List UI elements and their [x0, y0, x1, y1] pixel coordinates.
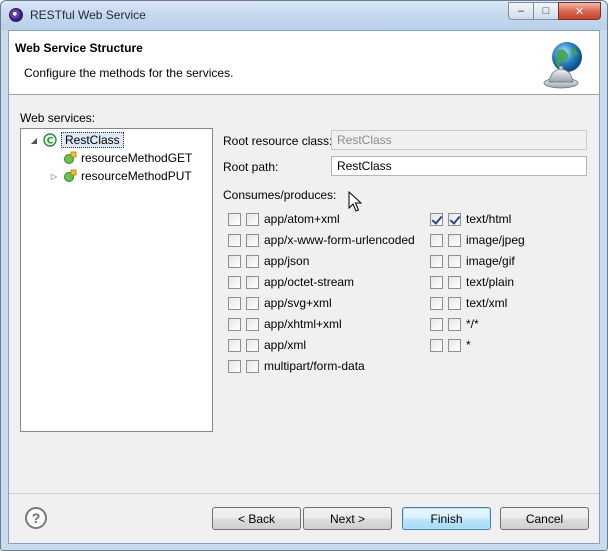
consumes-checkbox[interactable] [228, 296, 241, 310]
consumes-checkbox[interactable] [228, 275, 241, 289]
media-type-label: multipart/form-data [264, 359, 365, 373]
wizard-banner: Web Service Structure Configure the meth… [9, 31, 599, 95]
media-type-row: text/html [430, 211, 511, 227]
dialog-window: RESTful Web Service – □ ✕ Web Service St… [0, 0, 608, 551]
consumes-checkbox[interactable] [430, 212, 443, 226]
produces-checkbox[interactable] [448, 275, 461, 289]
media-type-row: app/xhtml+xml [228, 316, 342, 332]
expanded-arrow-icon[interactable]: ◢ [29, 136, 39, 145]
produces-checkbox[interactable] [246, 212, 259, 226]
media-type-label: app/xml [264, 338, 307, 352]
consumes-checkbox[interactable] [430, 338, 443, 352]
mouse-pointer-icon [348, 191, 362, 212]
media-type-row: app/svg+xml [228, 295, 332, 311]
eclipse-icon [9, 8, 23, 22]
window-title: RESTful Web Service [30, 8, 146, 22]
close-button[interactable]: ✕ [558, 2, 601, 20]
media-type-label: app/xhtml+xml [264, 317, 342, 331]
produces-checkbox[interactable] [246, 233, 259, 247]
consumes-checkbox[interactable] [228, 212, 241, 226]
tree-node-label: RestClass [61, 132, 124, 148]
media-type-label: app/json [264, 254, 310, 268]
globe-bell-icon [543, 42, 582, 89]
produces-checkbox[interactable] [448, 338, 461, 352]
consumes-checkbox[interactable] [228, 233, 241, 247]
media-type-row: text/xml [430, 295, 507, 311]
media-type-row: image/gif [430, 253, 515, 269]
media-type-label: * [466, 338, 471, 352]
web-services-label: Web services: [20, 111, 96, 125]
consumes-checkbox[interactable] [228, 254, 241, 268]
media-type-row: multipart/form-data [228, 358, 365, 374]
web-services-tree[interactable]: ◢ C RestClass resourceMethodGET ▷ resour… [20, 128, 213, 432]
banner-title: Web Service Structure [15, 41, 143, 55]
produces-checkbox[interactable] [246, 296, 259, 310]
cancel-button[interactable]: Cancel [500, 507, 589, 530]
consumes-checkbox[interactable] [228, 359, 241, 373]
collapsed-arrow-icon[interactable]: ▷ [49, 172, 59, 181]
produces-checkbox[interactable] [246, 359, 259, 373]
consumes-produces-label: Consumes/produces: [223, 188, 337, 202]
media-type-row: app/json [228, 253, 309, 269]
produces-checkbox[interactable] [448, 254, 461, 268]
root-resource-class-label: Root resource class: [223, 134, 333, 148]
root-path-field[interactable]: RestClass [331, 156, 587, 176]
media-type-label: text/html [466, 212, 512, 226]
media-type-row: image/jpeg [430, 232, 525, 248]
produces-checkbox[interactable] [448, 296, 461, 310]
produces-checkbox[interactable] [448, 212, 461, 226]
produces-checkbox[interactable] [246, 317, 259, 331]
resource-method-icon [64, 151, 77, 164]
title-bar[interactable]: RESTful Web Service – □ ✕ [1, 1, 607, 30]
rest-class-icon: C [43, 133, 57, 147]
consumes-checkbox[interactable] [228, 338, 241, 352]
media-type-row: app/octet-stream [228, 274, 354, 290]
produces-checkbox[interactable] [246, 338, 259, 352]
tree-node-resource-method-put[interactable]: ▷ resourceMethodPUT [49, 168, 192, 184]
tree-node-restclass[interactable]: ◢ C RestClass [29, 132, 124, 148]
media-type-label: text/xml [466, 296, 508, 310]
banner-subtitle: Configure the methods for the services. [24, 66, 234, 80]
media-type-label: app/x-www-form-urlencoded [264, 233, 415, 247]
produces-checkbox[interactable] [448, 317, 461, 331]
media-type-label: image/jpeg [466, 233, 525, 247]
produces-checkbox[interactable] [246, 254, 259, 268]
media-type-label: app/octet-stream [264, 275, 355, 289]
consumes-checkbox[interactable] [228, 317, 241, 331]
back-button[interactable]: < Back [212, 507, 301, 530]
media-type-row: text/plain [430, 274, 514, 290]
window-controls: – □ ✕ [508, 2, 601, 20]
dialog-client-area: Web Service Structure Configure the meth… [8, 30, 600, 544]
media-type-row: app/x-www-form-urlencoded [228, 232, 415, 248]
resource-method-icon [64, 169, 77, 182]
media-type-row: * [430, 337, 471, 353]
media-type-label: app/atom+xml [264, 212, 340, 226]
help-button[interactable]: ? [25, 507, 47, 529]
finish-button[interactable]: Finish [402, 507, 491, 530]
media-type-label: text/plain [466, 275, 515, 289]
consumes-checkbox[interactable] [430, 275, 443, 289]
tree-node-resource-method-get[interactable]: resourceMethodGET [49, 150, 192, 166]
maximize-button[interactable]: □ [533, 2, 559, 20]
media-type-label: */* [466, 317, 479, 331]
consumes-checkbox[interactable] [430, 233, 443, 247]
tree-node-label: resourceMethodPUT [81, 169, 192, 183]
tree-node-label: resourceMethodGET [81, 151, 193, 165]
next-button[interactable]: Next > [303, 507, 392, 530]
consumes-checkbox[interactable] [430, 296, 443, 310]
svg-text:C: C [47, 137, 54, 147]
root-path-label: Root path: [223, 160, 279, 174]
root-resource-class-field: RestClass [331, 130, 587, 150]
media-type-row: app/xml [228, 337, 306, 353]
produces-checkbox[interactable] [246, 275, 259, 289]
media-type-row: app/atom+xml [228, 211, 340, 227]
consumes-checkbox[interactable] [430, 317, 443, 331]
media-type-row: */* [430, 316, 479, 332]
footer-separator [9, 493, 599, 494]
produces-checkbox[interactable] [448, 233, 461, 247]
minimize-button[interactable]: – [508, 2, 534, 20]
consumes-checkbox[interactable] [430, 254, 443, 268]
media-type-label: image/gif [466, 254, 515, 268]
media-type-label: app/svg+xml [264, 296, 332, 310]
